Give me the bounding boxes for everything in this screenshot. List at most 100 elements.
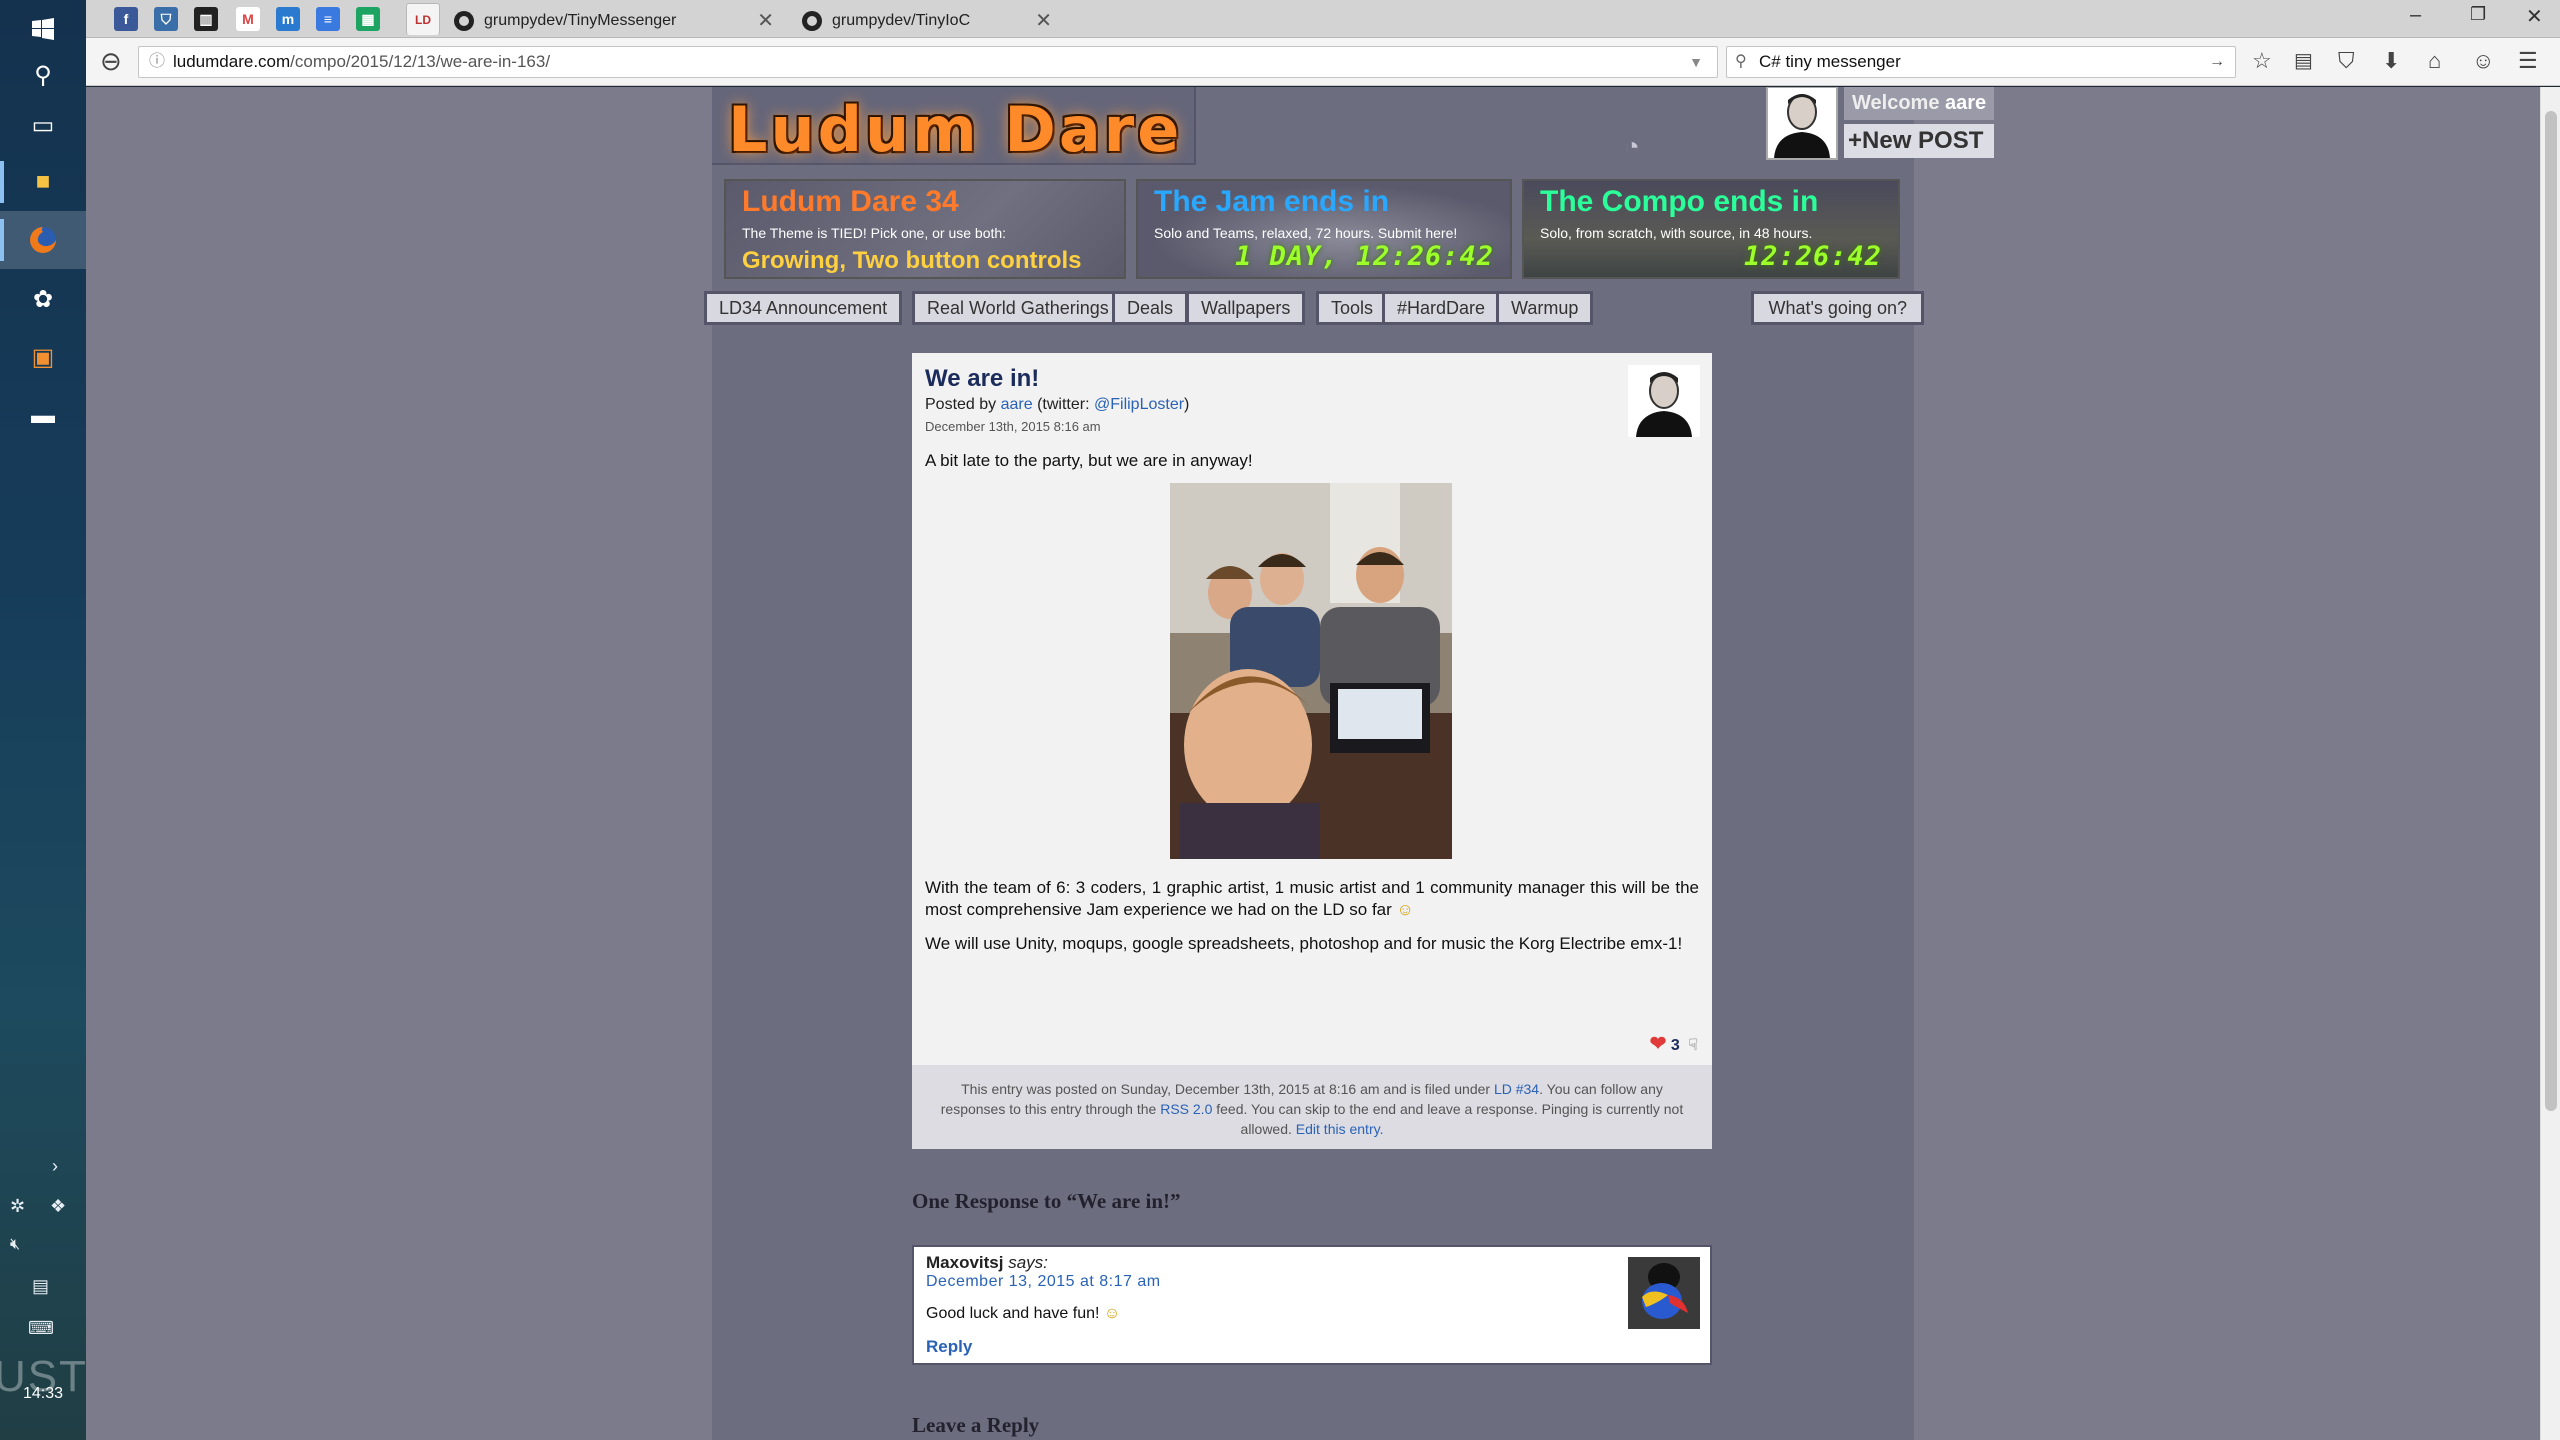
like-count: 3 [1670,1037,1680,1054]
banner-title: The Compo ends in [1540,185,1819,218]
menu-item-deals[interactable]: Deals [1112,291,1189,325]
banner-subtitle: The Theme is TIED! Pick one, or use both… [742,225,1007,241]
file-explorer-button[interactable]: ■ [0,153,86,211]
folder-icon: ■ [35,168,51,195]
pocket-icon[interactable]: ⛉ [2338,48,2355,74]
settings-tray-icon[interactable]: ✲ [10,1196,25,1217]
banner-jam-countdown[interactable]: The Jam ends in Solo and Teams, relaxed,… [1136,179,1512,279]
restore-icon[interactable]: ❐ [2470,4,2486,25]
pinned-tab-trello[interactable]: ▥ [194,7,218,31]
parrot-avatar-icon [1628,1257,1700,1329]
comment-author-name[interactable]: Maxovitsj [926,1253,1003,1272]
banner-ludum-dare-34[interactable]: Ludum Dare 34 The Theme is TIED! Pick on… [724,179,1126,279]
smiley-icon: ☺ [1396,900,1414,919]
app-button-3[interactable]: ▣ [0,328,86,386]
reading-list-icon[interactable]: ▤ [2294,48,2313,73]
comment-text: Good luck and have fun! ☺ [926,1305,1120,1323]
docs-icon: ≡ [323,11,333,27]
pinned-tab-ludumdare[interactable]: LD [406,3,440,35]
hello-icon[interactable]: ☺ [2472,48,2494,74]
downloads-icon[interactable]: ⬇ [2382,48,2400,74]
comment: Maxovitsj says: December 13, 2015 at 8:1… [912,1245,1712,1365]
welcome-label: Welcome aare [1844,87,1994,120]
home-icon[interactable]: ⌂ [2428,48,2441,74]
banner-compo-countdown[interactable]: The Compo ends in Solo, from scratch, wi… [1522,179,1900,279]
history-dropdown-icon[interactable]: ▼ [1689,47,1703,77]
menu-item-warmup[interactable]: Warmup [1496,291,1594,325]
pinned-tab-facebook[interactable]: f [114,7,138,31]
blog-post: We are in! Posted by aare (twitter: @Fil… [912,353,1712,1149]
volume-muted-icon[interactable]: 🔇︎ [10,1236,20,1254]
scrollbar-thumb[interactable] [2545,111,2557,1111]
menu-item-ld34-announcement[interactable]: LD34 Announcement [704,291,903,325]
page-scrollbar[interactable] [2540,87,2560,1440]
search-bar[interactable]: ⚲ C# tiny messenger → [1726,46,2236,78]
pinned-tab-sheets[interactable]: ▦ [356,7,380,31]
post-title[interactable]: We are in! [925,365,1039,393]
comment-author: Maxovitsj says: [926,1253,1048,1273]
jam-countdown-timer: 1 DAY, 12:26:42 [1235,241,1494,272]
task-view-button[interactable]: ▭ [0,96,86,154]
heart-icon[interactable]: ❤ [1650,1033,1667,1055]
post-paragraph-1-text: With the team of 6: 3 coders, 1 graphic … [925,878,1699,919]
search-icon: ⚲ [34,61,52,89]
firefox-button[interactable] [0,211,86,269]
tab-tinymessenger[interactable]: grumpydev/TinyMessenger ✕ [444,3,784,38]
menu-item-real-world-gatherings[interactable]: Real World Gatherings [912,291,1124,325]
url-bar[interactable]: ⓘ ludumdare.com/compo/2015/12/13/we-are-… [138,46,1749,78]
close-window-icon[interactable]: ✕ [2526,4,2543,29]
comment-date-link[interactable]: December 13, 2015 at 8:17 am [926,1273,1161,1291]
new-post-button[interactable]: +New POST [1844,124,1994,158]
search-go-icon[interactable]: → [2209,47,2225,77]
menu-item-harddare[interactable]: #HardDare [1382,291,1501,325]
user-avatar[interactable] [1766,87,1838,160]
ld34-category-link[interactable]: LD #34 [1494,1081,1539,1097]
pinned-tab-2[interactable]: ⛉ [154,7,178,31]
minimize-icon[interactable]: – [2410,4,2421,27]
post-intro: A bit late to the party, but we are in a… [925,451,1253,470]
bookmark-star-icon[interactable]: ☆ [2252,48,2272,74]
welcome-prefix: Welcome [1852,92,1940,114]
leave-reply-heading: Leave a Reply [912,1413,1040,1437]
page-viewport: Ludum Dare ◔ Welcome aare +New POST Ludu… [86,87,2540,1440]
like-widget[interactable]: ❤ 3 ☟ [1650,1031,1698,1056]
site-info-icon[interactable]: ⓘ [149,47,165,77]
menu-item-wallpapers[interactable]: Wallpapers [1186,291,1306,325]
search-input[interactable]: C# tiny messenger [1759,52,1901,71]
close-tab-icon[interactable]: ✕ [1035,8,1052,33]
author-avatar[interactable] [1628,365,1700,437]
site-container: Ludum Dare ◔ Welcome aare +New POST Ludu… [704,87,1994,1440]
team-photo [1170,483,1452,859]
trello-icon: ▥ [199,10,213,27]
keyboard-icon[interactable]: ⌨ [28,1318,54,1339]
back-icon[interactable]: ⊖ [100,46,122,77]
whats-going-on-button[interactable]: What's going on? [1751,291,1924,325]
menu-item-tools[interactable]: Tools [1316,291,1389,325]
twitter-suffix: ) [1184,396,1190,413]
banner-subtitle: Solo and Teams, relaxed, 72 hours. Submi… [1154,225,1458,241]
menu-icon[interactable]: ☰ [2518,48,2538,74]
pinned-tab-moqups[interactable]: m [276,7,300,31]
site-logo[interactable]: Ludum Dare [728,93,1182,166]
thumbs-down-icon[interactable]: ☟ [1688,1037,1698,1054]
welcome-username[interactable]: aare [1945,92,1986,114]
show-hidden-icons-icon[interactable]: › [52,1156,58,1177]
comment-body: Good luck and have fun! [926,1305,1100,1322]
dropbox-tray-icon[interactable]: ❖ [50,1196,66,1217]
rss-feed-link[interactable]: RSS 2.0 [1160,1101,1212,1117]
close-tab-icon[interactable]: ✕ [757,8,774,33]
twitter-link[interactable]: @FilipLoster [1094,396,1184,413]
tab-tinyioc[interactable]: grumpydev/TinyIoC ✕ [792,3,1062,38]
reply-link[interactable]: Reply [926,1337,972,1357]
pinned-tab-gmail[interactable]: M [236,7,260,31]
commenter-avatar[interactable] [1628,1257,1700,1329]
clock[interactable]: 14:33 [0,1385,86,1403]
sublime-icon: ▣ [31,343,55,371]
terminal-button[interactable]: ▬ [0,387,86,445]
search-icon: ⚲ [1735,53,1747,70]
pinned-tab-docs[interactable]: ≡ [316,7,340,31]
action-center-icon[interactable]: ▤ [32,1276,49,1297]
author-link[interactable]: aare [1001,396,1033,413]
app-button-2[interactable]: ✿ [0,270,86,328]
edit-entry-link[interactable]: Edit this entry. [1296,1121,1384,1137]
